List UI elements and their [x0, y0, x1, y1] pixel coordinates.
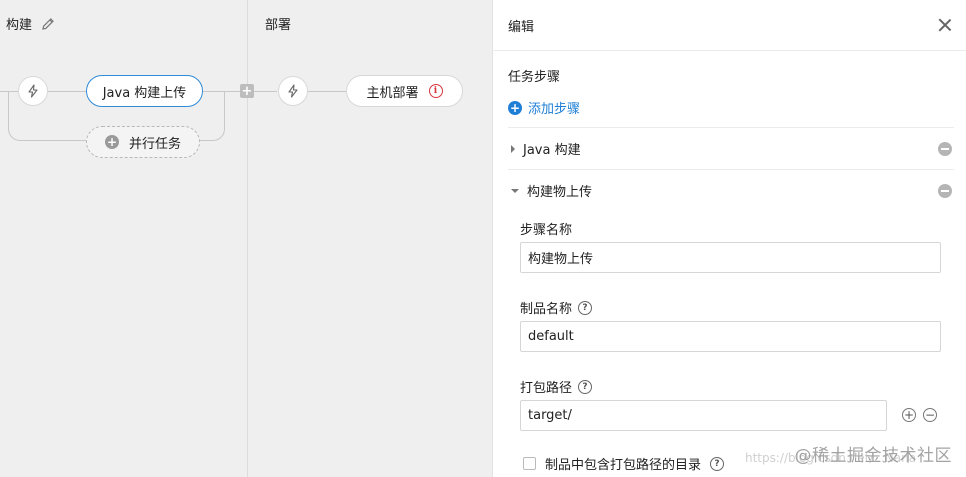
pack-path-input[interactable]: [520, 400, 887, 431]
plus-circle-icon: +: [104, 135, 119, 149]
pack-path-label: 打包路径 ?: [520, 377, 593, 396]
connector-line: [308, 91, 346, 92]
step-name-label: 步骤名称: [520, 219, 572, 238]
step-item-label: 构建物上传: [527, 185, 593, 200]
pack-path-label-text: 打包路径: [520, 381, 573, 396]
stage-divider: [247, 0, 248, 477]
add-step-label: 添加步骤: [528, 102, 581, 117]
job-host-deploy-label: 主机部署: [366, 85, 419, 101]
panel-header: 编辑: [493, 0, 966, 51]
lightning-icon: [288, 84, 298, 98]
add-parallel-task-button[interactable]: + 并行任务: [86, 126, 200, 158]
remove-path-icon[interactable]: −: [923, 408, 937, 422]
add-step-button[interactable]: + 添加步骤: [508, 98, 580, 117]
watermark: @稀土掘金技术社区: [794, 446, 952, 466]
step-name-label-text: 步骤名称: [520, 223, 573, 238]
help-icon[interactable]: ?: [578, 379, 593, 394]
artifact-name-label-text: 制品名称: [520, 302, 573, 317]
help-icon[interactable]: ?: [710, 456, 725, 471]
job-java-upload[interactable]: Java 构建上传: [86, 75, 203, 107]
include-dir-checkbox[interactable]: [523, 457, 536, 470]
step-item-java-build[interactable]: Java 构建: [508, 127, 954, 169]
add-path-icon[interactable]: +: [902, 408, 916, 422]
edit-panel: 编辑 任务步骤 + 添加步骤 Java 构建 构建物上传 步骤名称 制品名称 ?…: [492, 0, 966, 477]
panel-title: 编辑: [508, 19, 535, 35]
stage-title-build-label: 构建: [6, 18, 33, 33]
artifact-name-label: 制品名称 ?: [520, 298, 593, 317]
step-item-label: Java 构建: [523, 143, 581, 158]
lightning-icon: [28, 84, 38, 98]
include-dir-option[interactable]: 制品中包含打包路径的目录 ?: [523, 454, 725, 473]
connector-line: [254, 91, 277, 92]
caret-down-icon: [511, 188, 519, 193]
job-java-upload-label: Java 构建上传: [102, 85, 187, 101]
parallel-task-label: 并行任务: [128, 136, 181, 152]
pencil-icon[interactable]: [40, 16, 56, 32]
pipeline-canvas: 构建 部署 Java 构建上传 + 并行任务 + 主机部署 i: [0, 0, 492, 477]
step-name-input[interactable]: [520, 242, 941, 273]
close-icon[interactable]: [938, 18, 952, 32]
stage-title-deploy: 部署: [265, 14, 291, 33]
add-stage-button[interactable]: +: [240, 84, 254, 98]
stage-title-deploy-label: 部署: [265, 18, 292, 33]
trigger-build[interactable]: [18, 76, 48, 106]
help-icon[interactable]: ?: [578, 300, 593, 315]
step-item-artifact-upload[interactable]: 构建物上传: [508, 169, 954, 211]
task-steps-title: 任务步骤: [508, 70, 561, 85]
artifact-name-input[interactable]: [520, 321, 941, 352]
remove-step-icon[interactable]: [938, 141, 952, 156]
plus-circle-icon: +: [508, 100, 522, 115]
trigger-deploy[interactable]: [278, 76, 308, 106]
remove-step-icon[interactable]: [938, 183, 952, 198]
error-info-icon: i: [428, 84, 443, 98]
job-host-deploy[interactable]: 主机部署 i: [346, 75, 463, 107]
caret-right-icon: [511, 144, 515, 153]
stage-title-build: 构建: [6, 14, 56, 33]
include-dir-label: 制品中包含打包路径的目录: [545, 458, 702, 473]
